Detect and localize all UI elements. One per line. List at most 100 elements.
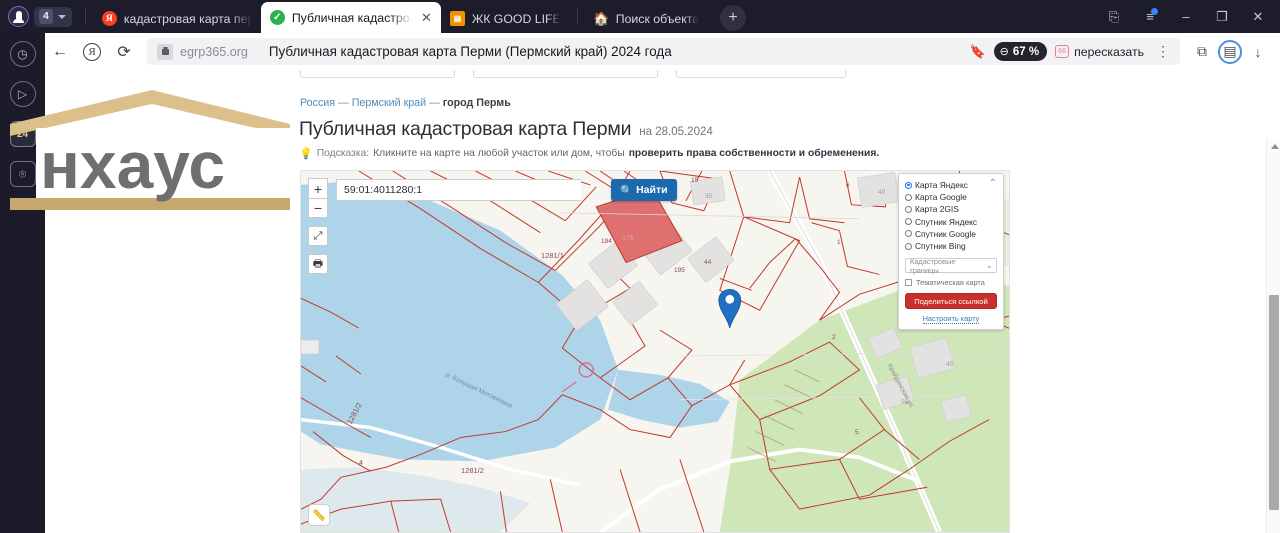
navigation-bar: ← Я ⟳ egrp365.org Публичная кадастровая … <box>0 33 1280 70</box>
breadcrumb-region[interactable]: Пермский край <box>352 97 426 109</box>
bookmark-icon[interactable]: 🔖 <box>969 44 985 60</box>
cadastral-search: 🔍 Найти <box>336 179 677 201</box>
radio-icon[interactable] <box>905 193 912 201</box>
media-play-icon[interactable]: ▷ <box>9 81 36 107</box>
home-icon: 🏠 <box>593 10 610 26</box>
configure-map-link[interactable]: Настроить карту <box>905 314 997 325</box>
back-button[interactable]: ← <box>45 37 75 67</box>
cadastral-borders-select[interactable]: Кадастровые границы ⌄ <box>905 256 997 275</box>
orange-square-icon: ▤ <box>449 11 465 26</box>
omnibox-actions: 🔖 ⊖ 67 % 66 пересказать ⋮ <box>969 42 1174 61</box>
profile-zone: 4 <box>0 0 78 33</box>
collections-icon[interactable]: ⎘ <box>1096 0 1132 33</box>
tab-publichnaya-kadastrovaya-karta[interactable]: ✓ Публичная кадастровая карта ✕ <box>260 2 441 33</box>
more-options-icon[interactable]: ⋮ <box>1152 43 1174 60</box>
retell-button[interactable]: 66 пересказать <box>1055 45 1144 59</box>
tab-label: ЖК GOOD LIFE <box>471 11 561 26</box>
zoom-level-label: 67 % <box>1012 45 1040 58</box>
nav-pill[interactable] <box>473 70 658 78</box>
layer-label: Спутник Bing <box>915 241 966 252</box>
close-button[interactable]: ✕ <box>1240 0 1276 33</box>
new-tab-button[interactable]: + <box>720 5 747 31</box>
fullscreen-button[interactable]: ⤢ <box>308 226 328 246</box>
zoom-in-button[interactable]: + <box>308 178 328 198</box>
breadcrumb-sep: — <box>338 97 349 109</box>
measure-tool-button[interactable]: 📏 <box>308 504 330 526</box>
layer-label: Карта Google <box>915 192 967 203</box>
divider <box>576 8 578 25</box>
minimize-button[interactable]: – <box>1168 0 1204 33</box>
page-title-in-omnibox: Публичная кадастровая карта Перми (Пермс… <box>268 44 672 59</box>
chevron-up-icon[interactable]: ⌃ <box>987 179 997 189</box>
tab-label: Поиск объекта <box>615 11 700 26</box>
map-zoom-controls: + − ⤢ 🖶 <box>308 178 328 274</box>
search-icon: 🔍 <box>620 184 634 197</box>
radio-icon[interactable] <box>905 242 912 250</box>
yandex-home-icon[interactable]: Я <box>77 37 107 67</box>
tab-strip: 4 Я кадастровая карта перми ✓ Публичная … <box>0 0 1280 33</box>
tab-counter[interactable]: 4 <box>34 6 72 27</box>
zoom-level-badge[interactable]: ⊖ 67 % <box>993 42 1048 61</box>
radio-icon[interactable] <box>905 206 912 213</box>
scrollbar-thumb[interactable] <box>1269 295 1279 510</box>
layer-option-sputnik-google[interactable]: Спутник Google <box>905 228 987 240</box>
search-input[interactable] <box>336 179 581 201</box>
avatar[interactable] <box>8 6 29 27</box>
breadcrumb-city: город Пермь <box>442 97 511 109</box>
map-layer-panel: Карта Яндекс Карта Google Карта 2GIS Спу… <box>898 173 1004 331</box>
cadastral-map[interactable]: 1281/11281/21281/24194176195441535406641… <box>300 170 1010 533</box>
address-bar[interactable]: egrp365.org Публичная кадастровая карта … <box>147 38 1180 65</box>
window-controls: ⎘ ≡ – ❐ ✕ <box>1096 0 1280 33</box>
hint-text: Кликните на карте на любой участок или д… <box>373 148 625 159</box>
close-icon[interactable]: ✕ <box>421 10 432 26</box>
reload-button[interactable]: ⟳ <box>109 37 139 67</box>
history-icon[interactable]: ◷ <box>9 41 36 67</box>
notification-badge <box>1151 8 1158 15</box>
layer-label: Карта 2GIS <box>915 204 959 215</box>
url-domain: egrp365.org <box>180 44 248 59</box>
search-button[interactable]: 🔍 Найти <box>611 179 677 201</box>
reader-mode-icon[interactable]: ▤ <box>1218 39 1242 64</box>
share-link-button[interactable]: Поделиться ссылкой <box>905 293 997 310</box>
quote-icon: 66 <box>1055 45 1070 58</box>
nav-right-actions: ⧉ ▤ ↓ <box>1188 38 1280 66</box>
page-scrollbar[interactable] <box>1266 140 1280 533</box>
checkbox-label: Тематическая карта <box>916 278 985 288</box>
breadcrumb-country[interactable]: Россия <box>300 97 335 109</box>
yandex-icon: Я <box>101 11 117 26</box>
screenshot-icon[interactable]: ⌾ <box>9 161 36 187</box>
layer-option-sputnik-bing[interactable]: Спутник Bing <box>905 240 987 252</box>
zoom-out-button[interactable]: − <box>308 198 328 218</box>
maximize-button[interactable]: ❐ <box>1204 0 1240 33</box>
page-title-date: на 28.05.2024 <box>639 126 713 138</box>
select-value: Кадастровые границы <box>910 256 956 275</box>
radio-icon[interactable] <box>905 218 912 226</box>
page-title-row: Публичная кадастровая карта Перми на 28.… <box>299 118 713 141</box>
downloads-icon[interactable]: ↓ <box>1244 38 1272 66</box>
thematic-map-checkbox[interactable]: Тематическая карта <box>905 278 997 287</box>
layer-option-karta-2gis[interactable]: Карта 2GIS <box>905 203 987 215</box>
checkbox-icon[interactable] <box>905 279 912 287</box>
radio-icon[interactable] <box>905 181 912 189</box>
scroll-up-arrow[interactable] <box>1271 144 1279 149</box>
layer-option-karta-google[interactable]: Карта Google <box>905 191 987 203</box>
tab-poisk-obekta[interactable]: 🏠 Поиск объекта <box>585 4 708 33</box>
nav-pill[interactable] <box>676 70 846 78</box>
notifications-icon[interactable]: ≡ <box>1132 0 1168 33</box>
page-title: Публичная кадастровая карта Перми <box>299 118 632 140</box>
tab-zhk-good-life[interactable]: ▤ ЖК GOOD LIFE <box>441 4 570 33</box>
chevron-down-icon: ⌄ <box>985 260 993 271</box>
calendar-24-badge[interactable]: 24 <box>9 121 36 147</box>
layer-option-karta-yandex[interactable]: Карта Яндекс <box>905 179 987 191</box>
search-button-label: Найти <box>636 184 668 196</box>
tab-kadastrovaya-karta-permi[interactable]: Я кадастровая карта перми <box>93 4 261 33</box>
collections-icon[interactable]: ⧉ <box>1188 38 1216 66</box>
zoom-out-icon: ⊖ <box>999 46 1009 58</box>
check-circle-icon: ✓ <box>269 10 285 25</box>
tab-count-label: 4 <box>39 9 53 24</box>
chevron-down-icon[interactable] <box>57 14 66 19</box>
radio-icon[interactable] <box>905 230 912 238</box>
layer-option-sputnik-yandex[interactable]: Спутник Яндекс <box>905 216 987 228</box>
nav-pill[interactable] <box>300 70 455 78</box>
print-button[interactable]: 🖶 <box>308 254 328 274</box>
